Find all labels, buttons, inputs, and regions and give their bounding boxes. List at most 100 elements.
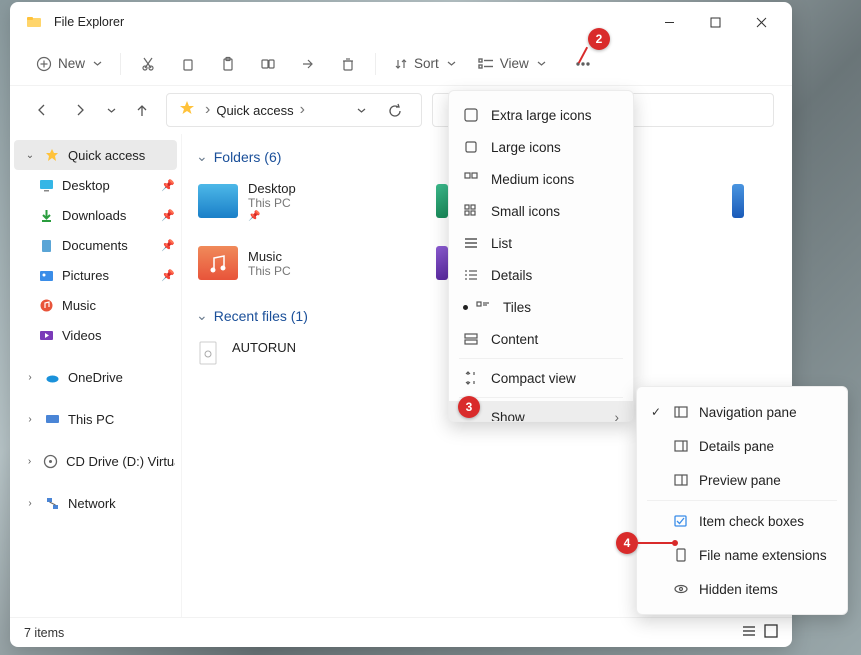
sidebar-item-desktop[interactable]: Desktop📌 [10,170,181,200]
rename-button[interactable] [251,48,285,80]
paste-button[interactable] [211,48,245,80]
chevron-right-icon[interactable]: › [296,101,309,119]
show-preview-pane[interactable]: Preview pane [637,463,847,497]
copy-button[interactable] [171,48,205,80]
check-icon: ✓ [649,405,663,419]
callout-3: 3 [458,396,480,418]
pictures-icon [38,267,54,283]
address-bar[interactable]: › Quick access › [166,93,422,127]
chevron-right-icon[interactable]: › [201,101,214,119]
sidebar-item-music[interactable]: Music [10,290,181,320]
view-menu: Extra large icons Large icons Medium ico… [448,90,634,422]
refresh-button[interactable] [381,96,409,124]
pin-icon: 📌 [161,269,175,282]
share-button[interactable] [291,48,325,80]
menu-small-icons[interactable]: Small icons [449,195,633,227]
menu-large-icons[interactable]: Large icons [449,131,633,163]
folder-partial-2[interactable] [728,175,768,227]
paste-icon [220,56,236,72]
sidebar-item-downloads[interactable]: Downloads📌 [10,200,181,230]
show-submenu: ✓Navigation pane Details pane Preview pa… [636,386,848,615]
music-icon [38,297,54,313]
pin-icon: 📌 [161,239,175,252]
sidebar-item-cddrive[interactable]: ›CD Drive (D:) Virtual [10,446,181,476]
cloud-icon [44,369,60,385]
item-count: 7 items [24,626,64,640]
new-button[interactable]: New [28,48,110,80]
chevron-down-icon: ⌄ [24,150,36,161]
document-icon [38,237,54,253]
sidebar-item-onedrive[interactable]: ›OneDrive [10,362,181,392]
show-navigation-pane[interactable]: ✓Navigation pane [637,395,847,429]
status-bar: 7 items [10,617,792,647]
disc-icon [43,453,58,469]
delete-button[interactable] [331,48,365,80]
menu-details[interactable]: Details [449,259,633,291]
checkbox-icon [673,513,689,529]
download-icon [38,207,54,223]
chevron-down-icon [537,56,546,71]
chevron-down-icon: ⌄ [196,307,208,324]
folder-icon [198,246,238,280]
show-details-pane[interactable]: Details pane [637,429,847,463]
sort-icon [394,57,408,71]
chevron-right-icon: › [24,498,36,509]
menu-compact-view[interactable]: Compact view [449,362,633,394]
show-item-check-boxes[interactable]: Item check boxes [637,504,847,538]
menu-extra-large-icons[interactable]: Extra large icons [449,99,633,131]
details-icon [463,267,479,283]
tiles-icon [475,299,491,315]
sidebar-item-network[interactable]: ›Network [10,488,181,518]
maximize-button[interactable] [692,6,738,38]
back-button[interactable] [28,96,56,124]
address-dropdown[interactable] [347,96,375,124]
close-button[interactable] [738,6,784,38]
sidebar-item-documents[interactable]: Documents📌 [10,230,181,260]
chevron-right-icon: › [24,456,35,467]
menu-tiles[interactable]: Tiles [449,291,633,323]
star-icon [179,100,195,121]
folder-icon [436,246,448,280]
star-icon [44,147,60,163]
menu-content[interactable]: Content [449,323,633,355]
navigation-pane: ⌄ Quick access Desktop📌 Downloads📌 Docum… [10,134,182,617]
folder-desktop[interactable]: DesktopThis PC📌 [194,175,414,227]
recent-dropdown[interactable] [104,96,118,124]
sidebar-item-pictures[interactable]: Pictures📌 [10,260,181,290]
sort-button[interactable]: Sort [386,48,464,80]
details-view-button[interactable] [742,624,756,641]
folder-music[interactable]: MusicThis PC [194,237,414,289]
pane-icon [673,472,689,488]
selected-dot-icon [463,305,468,310]
menu-medium-icons[interactable]: Medium icons [449,163,633,195]
copy-icon [180,56,196,72]
show-hidden-items[interactable]: Hidden items [637,572,847,606]
sidebar-item-quick-access[interactable]: ⌄ Quick access [14,140,177,170]
callout-4: 4 [616,532,638,554]
ellipsis-icon [575,56,591,72]
up-button[interactable] [128,96,156,124]
compact-icon [463,370,479,386]
video-icon [38,327,54,343]
eye-icon [673,581,689,597]
minimize-button[interactable] [646,6,692,38]
pin-icon: 📌 [161,209,175,222]
grid-icon [463,171,479,187]
forward-button[interactable] [66,96,94,124]
chevron-down-icon [93,56,102,71]
pin-icon: 📌 [161,179,175,192]
content-icon [463,331,479,347]
chevron-down-icon [447,56,456,71]
sidebar-item-thispc[interactable]: ›This PC [10,404,181,434]
pc-icon [44,411,60,427]
folder-icon [26,14,42,30]
share-icon [300,56,316,72]
breadcrumb-quick-access[interactable]: Quick access [214,103,295,118]
sidebar-item-videos[interactable]: Videos [10,320,181,350]
menu-list[interactable]: List [449,227,633,259]
view-button[interactable]: View [470,48,554,80]
thumbnails-view-button[interactable] [764,624,778,641]
callout-4-dot [672,540,678,546]
plus-circle-icon [36,56,52,72]
cut-button[interactable] [131,48,165,80]
